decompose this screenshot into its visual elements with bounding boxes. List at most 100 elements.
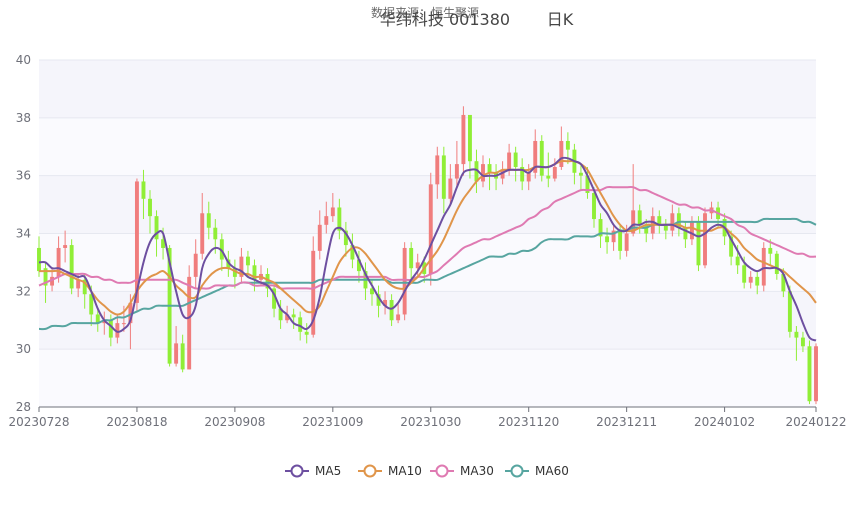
kline-chart: 数据来源：恒生聚源 华纬科技 001380 日K 28303234363840 …: [8, 5, 847, 478]
x-tick-label: 20230908: [204, 415, 265, 429]
candle-body: [441, 155, 446, 199]
x-tick-label: 20230728: [8, 415, 69, 429]
candle-body: [206, 213, 211, 228]
candle-body: [552, 166, 557, 179]
candle: [402, 242, 407, 321]
candle-body: [317, 224, 322, 251]
chart-title: 华纬科技 001380: [380, 10, 510, 29]
candle-body: [304, 331, 309, 335]
legend-label: MA5: [315, 464, 341, 478]
candle-body: [108, 320, 113, 338]
candle: [807, 340, 812, 405]
candle-body: [559, 140, 564, 167]
candle-body: [618, 230, 623, 251]
candle-body: [565, 140, 570, 150]
legend-item-ma5[interactable]: MA5: [285, 464, 341, 478]
candle-body: [121, 323, 126, 325]
candle: [703, 207, 707, 269]
x-tick-label: 20230818: [106, 415, 167, 429]
candle-body: [402, 247, 407, 315]
candle-body: [245, 256, 250, 266]
legend-swatch-marker: [363, 464, 377, 478]
candle-body: [69, 245, 74, 289]
candle-body: [735, 256, 740, 266]
candle-body: [396, 314, 401, 321]
candle-body: [200, 213, 205, 254]
candle-body: [794, 331, 799, 338]
candle-body: [696, 221, 701, 266]
legend-swatch-marker: [290, 464, 304, 478]
candle-body: [324, 216, 329, 225]
x-tick-label: 20240122: [785, 415, 846, 429]
candle-body: [807, 346, 812, 402]
candle-body: [774, 253, 779, 274]
candle-body: [389, 300, 394, 321]
candle: [814, 343, 818, 405]
x-tick-label: 20231120: [498, 415, 559, 429]
legend-item-ma60[interactable]: MA60: [505, 464, 569, 478]
candle-body: [800, 337, 805, 347]
candle-body: [148, 198, 152, 217]
plot-band: [39, 117, 816, 176]
candle-body: [605, 236, 610, 243]
x-tick-label: 20240102: [694, 415, 755, 429]
legend-item-ma30[interactable]: MA30: [430, 464, 494, 478]
candle-body: [461, 114, 466, 165]
candle-body: [507, 152, 512, 170]
candle-body: [409, 247, 414, 269]
candle: [696, 216, 701, 272]
y-tick-label: 28: [16, 400, 31, 414]
y-tick-label: 30: [16, 342, 31, 356]
plot-band: [39, 60, 816, 118]
chart-period: 日K: [547, 10, 574, 29]
candle-body: [37, 247, 41, 272]
candle-body: [141, 181, 146, 199]
candle-body: [63, 245, 68, 248]
candle-body: [330, 207, 335, 217]
candle-body: [768, 247, 773, 254]
candle-body: [670, 213, 675, 231]
candle-body: [448, 178, 453, 199]
candle-body: [467, 114, 472, 162]
legend-swatch-marker: [435, 464, 449, 478]
candle-body: [180, 343, 185, 370]
y-tick-label: 36: [16, 169, 31, 183]
legend-label: MA60: [535, 464, 569, 478]
candle-body: [187, 276, 192, 370]
candle-body: [578, 172, 583, 176]
candle-body: [526, 172, 531, 182]
x-tick-label: 20231030: [400, 415, 461, 429]
candle-body: [513, 152, 518, 167]
x-tick-label: 20231211: [596, 415, 657, 429]
candle-body: [193, 253, 198, 277]
legend-label: MA10: [388, 464, 422, 478]
y-tick-label: 32: [16, 284, 31, 298]
x-axis: 20230728 20230818 20230908 20231009 20231030…: [8, 406, 847, 429]
candle: [539, 135, 544, 182]
legend-item-ma10[interactable]: MA10: [358, 464, 422, 478]
legend[interactable]: MA5 MA10 MA30 MA60: [285, 464, 569, 478]
candle-body: [487, 164, 492, 173]
y-tick-label: 40: [16, 53, 31, 67]
plot-band: [39, 291, 816, 350]
candle-body: [592, 193, 596, 220]
candle-body: [761, 247, 766, 286]
candle-body: [174, 343, 179, 364]
candle-body: [748, 276, 753, 283]
candle-body: [755, 276, 760, 286]
x-tick-label: 20231009: [302, 415, 363, 429]
candle-body: [213, 227, 218, 240]
candle-body: [814, 346, 818, 402]
candle-body: [787, 291, 792, 332]
candle: [428, 172, 433, 286]
y-tick-label: 38: [16, 111, 31, 125]
candle-body: [546, 175, 551, 179]
legend-swatch-marker: [510, 464, 524, 478]
candle: [69, 239, 74, 295]
candle-body: [637, 210, 642, 225]
y-tick-label: 34: [16, 227, 31, 241]
candle-body: [481, 164, 485, 182]
candle-body: [539, 140, 544, 176]
candle-body: [454, 164, 459, 179]
candle: [761, 242, 766, 292]
